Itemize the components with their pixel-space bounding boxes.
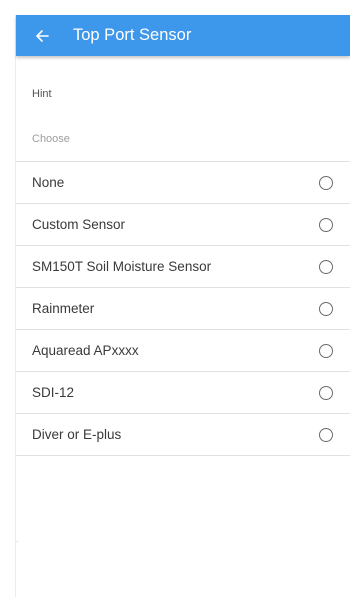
option-diver-or-e-plus[interactable]: Diver or E-plus	[16, 414, 350, 456]
option-sm150t-soil-moisture-sensor[interactable]: SM150T Soil Moisture Sensor	[16, 246, 350, 288]
option-label: Custom Sensor	[32, 217, 126, 232]
option-label: Aquaread APxxxx	[32, 343, 139, 358]
radio-button[interactable]	[319, 301, 333, 316]
back-button[interactable]	[33, 27, 51, 45]
radio-button[interactable]	[319, 175, 333, 190]
divider	[16, 541, 18, 542]
option-none[interactable]: None	[16, 162, 350, 204]
hint-label: Hint	[32, 88, 52, 100]
option-custom-sensor[interactable]: Custom Sensor	[16, 204, 350, 246]
option-label: Rainmeter	[32, 301, 95, 316]
radio-button[interactable]	[319, 259, 333, 274]
option-label: SDI-12	[32, 385, 75, 400]
app-bar: Top Port Sensor	[16, 15, 350, 56]
option-rainmeter[interactable]: Rainmeter	[16, 288, 350, 330]
radio-button[interactable]	[319, 217, 333, 232]
sensor-options-list: None Custom Sensor SM150T Soil Moisture …	[16, 161, 350, 456]
option-aquaread[interactable]: Aquaread APxxxx	[16, 330, 350, 372]
screen-frame: Top Port Sensor Hint Choose None Custom …	[15, 15, 350, 597]
radio-button[interactable]	[319, 343, 333, 358]
option-label: SM150T Soil Moisture Sensor	[32, 259, 212, 274]
option-label: None	[32, 175, 65, 190]
option-sdi-12[interactable]: SDI-12	[16, 372, 350, 414]
page-title: Top Port Sensor	[73, 26, 192, 44]
radio-button[interactable]	[319, 385, 333, 400]
radio-button[interactable]	[319, 427, 333, 442]
choose-placeholder: Choose	[32, 133, 70, 145]
arrow-left-icon	[36, 29, 49, 42]
option-label: Diver or E-plus	[32, 427, 122, 442]
